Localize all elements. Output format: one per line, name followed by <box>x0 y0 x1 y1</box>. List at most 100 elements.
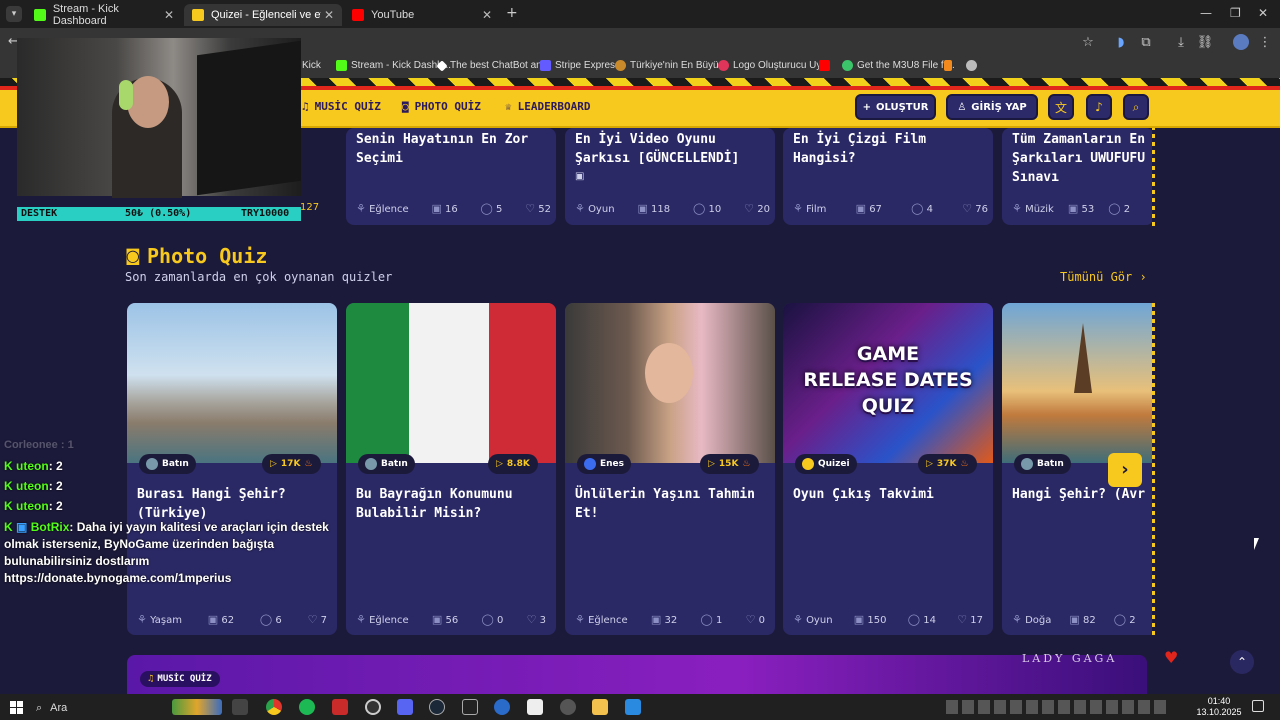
music-note-icon: ♫ <box>302 100 309 113</box>
tab-kick-dashboard[interactable]: Stream - Kick Dashboard ✕ <box>26 3 182 27</box>
quiz-card[interactable]: En İyi Video Oyunu Şarkısı [GÜNCELLENDİ]… <box>565 128 775 225</box>
obs-icon[interactable] <box>365 699 381 715</box>
category-icon: ⚘ <box>575 613 585 626</box>
heart-icon: ♡ <box>962 202 973 215</box>
donation-goal-bar: DESTEK 50₺ (0.50%) TRY10000 <box>17 207 301 221</box>
author-chip[interactable]: Batın <box>139 454 196 474</box>
bookmark-turkiye[interactable]: Türkiye'nin En Büyü... <box>615 60 727 71</box>
bookmark-stripe[interactable]: Stripe Express <box>540 60 620 71</box>
photo-quiz-card[interactable]: GAME RELEASE DATES QUIZ Quizei ▷ 37K ♨ Oyu… <box>783 303 993 635</box>
card-title: Oyun Çıkış Takvimi <box>793 487 934 502</box>
link-icon[interactable]: ⛓ <box>1196 34 1214 52</box>
bookmark-m3u8[interactable]: Get the M3U8 File fr... <box>842 60 955 71</box>
nav-music-quiz[interactable]: ♫ MUSİC QUİZ <box>302 100 381 113</box>
close-window-icon[interactable]: ✕ <box>1258 6 1268 20</box>
taskbar-search[interactable]: ⌕ Ara <box>36 699 166 717</box>
bookmark-youtube[interactable] <box>819 60 830 71</box>
nav-leaderboard[interactable]: ♕ LEADERBOARD <box>505 100 590 113</box>
bookmark-chatbot[interactable]: The best ChatBot an... <box>436 59 550 72</box>
avatar <box>584 458 596 470</box>
avatar <box>1021 458 1033 470</box>
new-tab-button[interactable]: + <box>506 5 518 21</box>
clock[interactable]: 01:40 13.10.2025 <box>1196 696 1242 718</box>
spotify-icon[interactable] <box>299 699 315 715</box>
download-icon[interactable]: ⤓ <box>1172 34 1190 52</box>
music-quiz-banner[interactable] <box>127 655 1147 695</box>
author-chip[interactable]: Batın <box>1014 454 1071 474</box>
play-count: ▷ 8.8K <box>488 454 538 474</box>
card-title: Senin Hayatının En Zor Seçimi <box>356 132 529 166</box>
card-image-celebrity <box>565 303 775 463</box>
diamond-icon <box>436 59 448 72</box>
questions-icon: ▣ <box>1067 202 1079 215</box>
create-button[interactable]: + OLUŞTUR <box>855 94 936 120</box>
menu-icon[interactable]: ⋮ <box>1256 34 1274 52</box>
play-count: ▷ 15K ♨ <box>700 454 759 474</box>
heart-icon: ♡ <box>526 613 537 626</box>
tab-list-button[interactable]: ▾ <box>6 6 22 22</box>
app-icon[interactable] <box>332 699 348 715</box>
author-chip[interactable]: Quizei <box>795 454 857 474</box>
nav-photo-quiz[interactable]: ◙ PHOTO QUİZ <box>402 100 481 113</box>
extensions-icon[interactable]: ⧉ <box>1137 34 1155 52</box>
close-tab-icon[interactable]: ✕ <box>482 8 492 22</box>
quiz-card[interactable]: En İyi Çizgi Film Hangisi? ⚘ Film ▣ 67 ◯… <box>783 128 993 225</box>
author-chip[interactable]: Batın <box>358 454 415 474</box>
epic-icon[interactable] <box>462 699 478 715</box>
music-note-icon: ♫ <box>148 674 154 684</box>
close-tab-icon[interactable]: ✕ <box>164 8 174 22</box>
restore-icon[interactable]: ❐ <box>1230 6 1241 20</box>
app-icon[interactable] <box>560 699 576 715</box>
questions-icon: ▣ <box>207 613 219 626</box>
app-icon[interactable] <box>625 699 641 715</box>
bookmark-globe[interactable] <box>966 60 977 71</box>
taskbar-widget-icon[interactable] <box>172 699 222 715</box>
steam-icon[interactable] <box>429 699 445 715</box>
bookmark-kick[interactable]: Kick <box>298 60 321 71</box>
bookmark-orange[interactable] <box>944 60 952 71</box>
bookmark-kick-dashboard[interactable]: Stream - Kick Dashb... <box>336 60 451 71</box>
minimize-icon[interactable]: — <box>1200 6 1212 20</box>
profile-avatar[interactable] <box>1233 34 1249 50</box>
translate-icon[interactable]: ◗ <box>1112 34 1130 52</box>
discord-icon[interactable] <box>397 699 413 715</box>
questions-icon: ▣ <box>637 202 648 215</box>
tab-youtube[interactable]: YouTube ✕ <box>344 4 500 26</box>
capcut-icon[interactable] <box>527 699 543 715</box>
photo-quiz-card[interactable]: Enes ▷ 15K ♨ Ünlülerin Yaşını Tahmin Et! ⚘… <box>565 303 775 635</box>
carousel-next-button[interactable]: › <box>1108 453 1142 487</box>
section-title: Photo Quiz <box>147 244 268 268</box>
star-icon[interactable]: ☆ <box>1079 34 1097 52</box>
task-view-icon[interactable] <box>232 699 248 715</box>
fire-icon: ♨ <box>742 459 751 469</box>
kick-badge-icon: K <box>4 459 13 473</box>
card-meta: ⚘ Doğa ▣ 82 ◯ 2 <box>1012 613 1136 626</box>
quiz-card[interactable]: Tüm Zamanların En Şarkıları UWUFUFU Sına… <box>1002 128 1154 225</box>
search-icon[interactable]: ⌕ <box>1123 94 1149 120</box>
author-chip[interactable]: Enes <box>577 454 632 474</box>
language-icon[interactable]: 文 <box>1048 94 1074 120</box>
bookmark-logo[interactable]: Logo Oluşturucu Uy... <box>718 60 829 71</box>
card-title: Tüm Zamanların En Şarkıları UWUFUFU Sına… <box>1012 132 1146 185</box>
close-tab-icon[interactable]: ✕ <box>324 8 334 22</box>
tab-label: YouTube <box>371 9 415 21</box>
windows-start-icon[interactable] <box>10 701 23 714</box>
bell-icon[interactable]: ♪ <box>1086 94 1112 120</box>
app-icon[interactable] <box>494 699 510 715</box>
play-icon: ▷ <box>708 459 715 469</box>
card-title: Burası Hangi Şehir? (Türkiye) <box>137 487 286 521</box>
login-button[interactable]: ♙ GİRİŞ YAP <box>946 94 1038 120</box>
comment-icon: ◯ <box>259 613 273 626</box>
notifications-icon[interactable] <box>1252 700 1264 712</box>
see-all-link[interactable]: Tümünü Gör › <box>1060 270 1147 284</box>
quiz-card[interactable]: Senin Hayatının En Zor Seçimi ⚘ Eğlence … <box>346 128 556 225</box>
questions-icon: ▣ <box>650 613 662 626</box>
questions-icon: ▣ <box>431 202 442 215</box>
face <box>127 76 169 128</box>
photo-quiz-card[interactable]: Batın ▷ 8.8K Bu Bayrağın Konumunu Bulabil… <box>346 303 556 635</box>
chrome-icon[interactable] <box>266 699 282 715</box>
system-tray[interactable] <box>946 700 1166 714</box>
tab-quizei[interactable]: Quizei - Eğlenceli ve etkileşimli ✕ <box>184 4 342 26</box>
scroll-top-button[interactable]: ⌃ <box>1230 650 1254 674</box>
file-explorer-icon[interactable] <box>592 699 608 715</box>
